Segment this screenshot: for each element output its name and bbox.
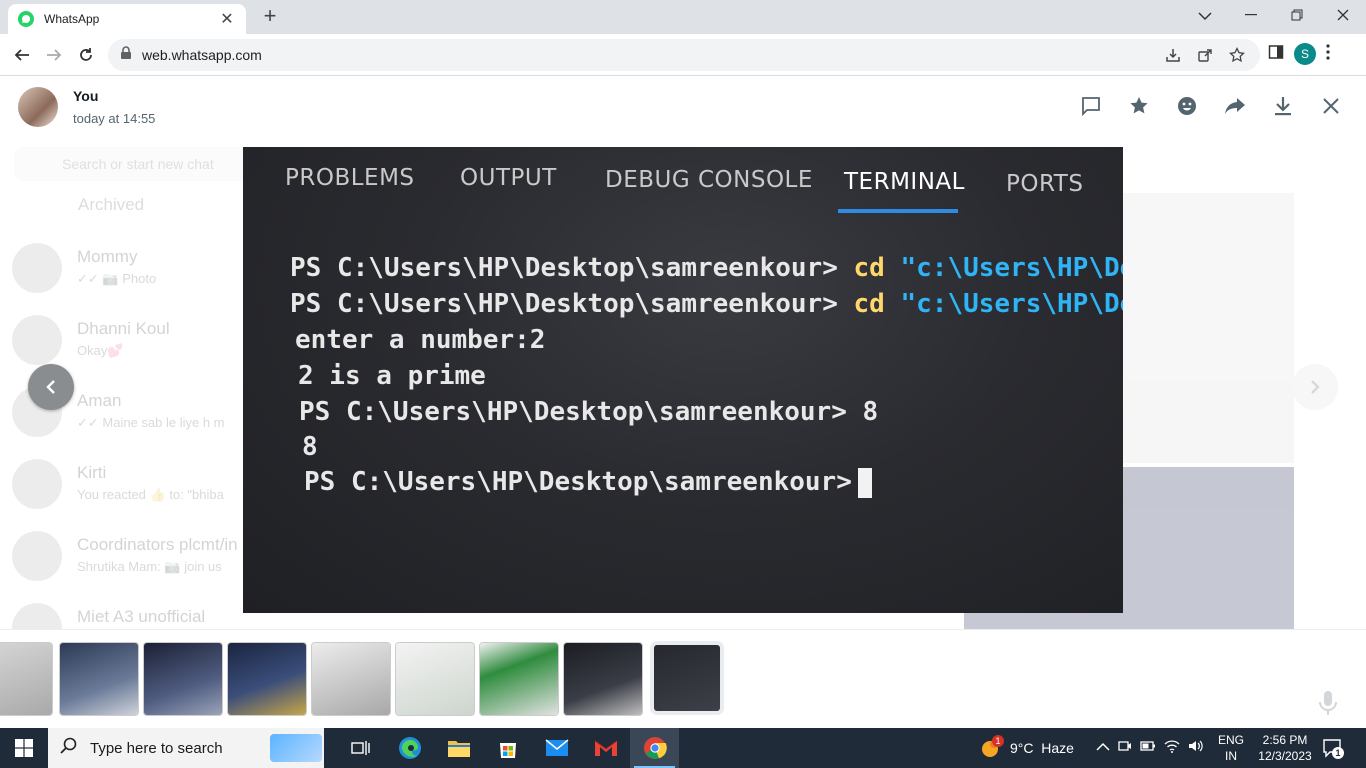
edge-icon[interactable]	[385, 728, 434, 768]
media-photo: PROBLEMS OUTPUT DEBUG CONSOLE TERMINAL P…	[243, 147, 1123, 613]
terminal-line: 8	[302, 432, 318, 462]
share-icon[interactable]	[1194, 46, 1216, 64]
notification-count: 1	[1332, 747, 1344, 759]
profile-avatar[interactable]: S	[1294, 43, 1316, 65]
media-thumbnail[interactable]	[60, 643, 138, 715]
wifi-icon[interactable]	[1164, 739, 1180, 758]
media-thumbnail[interactable]	[312, 643, 390, 715]
close-tab-icon[interactable]: ✕	[218, 9, 236, 29]
terminal-line: enter a number:2	[295, 325, 546, 355]
microphone-icon	[1318, 690, 1338, 716]
media-thumbnail[interactable]	[564, 643, 642, 715]
media-thumbnail[interactable]	[228, 643, 306, 715]
sender-name: You	[73, 88, 99, 104]
terminal-line: PS C:\Users\HP\Desktop\samreenkour> cd "…	[290, 289, 1123, 319]
language-code: ENG	[1218, 733, 1245, 747]
next-media-button[interactable]	[1292, 364, 1338, 410]
volume-icon[interactable]	[1188, 739, 1204, 758]
terminal-panel-tabs: PROBLEMS OUTPUT DEBUG CONSOLE TERMINAL P…	[243, 165, 1123, 213]
battery-icon[interactable]	[1140, 739, 1156, 757]
terminal-line: PS C:\Users\HP\Desktop\samreenkour>	[304, 467, 872, 498]
download-icon[interactable]	[1272, 94, 1294, 118]
close-icon[interactable]	[1320, 94, 1342, 118]
close-window-button[interactable]	[1320, 0, 1366, 30]
message-timestamp: today at 14:55	[73, 111, 156, 126]
search-highlight-icon[interactable]	[270, 734, 322, 762]
go-to-message-icon[interactable]	[1080, 94, 1102, 118]
start-button[interactable]	[0, 728, 48, 768]
weather-alert-icon: 1	[980, 735, 1004, 759]
window-controls	[1228, 0, 1366, 30]
whatsapp-icon	[18, 11, 34, 27]
weather-text: 9°C Haze	[1010, 740, 1074, 756]
install-app-icon[interactable]	[1162, 46, 1184, 64]
address-bar[interactable]: web.whatsapp.com	[108, 39, 1260, 71]
mail-icon[interactable]	[532, 728, 581, 768]
task-view-icon[interactable]	[336, 728, 385, 768]
panel-tab-output: OUTPUT	[460, 165, 557, 191]
file-explorer-icon[interactable]	[434, 728, 483, 768]
bookmark-star-icon[interactable]	[1226, 46, 1248, 64]
active-tab-underline	[838, 209, 958, 213]
reload-button[interactable]	[74, 43, 98, 67]
gmail-icon[interactable]	[581, 728, 630, 768]
media-thumbnail-selected[interactable]	[654, 645, 720, 711]
clock[interactable]: 2:56 PM 12/3/2023	[1254, 732, 1316, 764]
url-text: web.whatsapp.com	[142, 47, 262, 63]
meet-now-icon[interactable]	[1118, 739, 1132, 758]
notification-center-icon[interactable]: 1	[1322, 737, 1344, 759]
region-code: IN	[1225, 749, 1237, 763]
panel-tab-terminal: TERMINAL	[844, 169, 965, 195]
side-panel-icon[interactable]	[1268, 44, 1284, 65]
browser-tabstrip: WhatsApp ✕ +	[0, 0, 1366, 34]
clock-date: 12/3/2023	[1258, 749, 1312, 763]
media-viewer-header: You today at 14:55	[0, 77, 1366, 137]
panel-tab-ports: PORTS	[1006, 171, 1084, 197]
media-thumbnail[interactable]	[396, 643, 474, 715]
minimize-button[interactable]	[1228, 0, 1274, 30]
media-thumbnail[interactable]	[0, 643, 52, 715]
forward-icon[interactable]	[1224, 94, 1246, 118]
background-archived: Archived	[78, 195, 145, 214]
terminal-line: 2 is a prime	[298, 361, 486, 391]
chrome-icon[interactable]	[630, 728, 679, 768]
avatar	[18, 87, 58, 127]
site-info-icon[interactable]	[120, 45, 132, 65]
terminal-cursor	[857, 467, 872, 498]
browser-tab-whatsapp[interactable]: WhatsApp ✕	[8, 4, 246, 34]
react-emoji-icon[interactable]	[1176, 94, 1198, 118]
tab-title: WhatsApp	[44, 12, 100, 26]
weather-badge: 1	[992, 735, 1004, 747]
star-icon[interactable]	[1128, 94, 1150, 118]
system-tray	[1096, 728, 1204, 768]
media-thumbnail[interactable]	[480, 643, 558, 715]
panel-tab-debug-console: DEBUG CONSOLE	[605, 167, 813, 193]
restore-button[interactable]	[1274, 0, 1320, 30]
windows-taskbar: Type here to search 1 9°C Haze ENG IN 2:…	[0, 728, 1366, 768]
whatsapp-page: Search or start new chat Archived Mommy ✓…	[0, 77, 1366, 728]
search-icon	[60, 737, 78, 760]
panel-tab-problems: PROBLEMS	[285, 165, 415, 191]
taskbar-search-placeholder: Type here to search	[90, 739, 223, 757]
back-button[interactable]	[10, 43, 34, 67]
clock-time: 2:56 PM	[1262, 733, 1308, 747]
new-tab-button[interactable]: +	[258, 5, 282, 29]
media-thumbnail[interactable]	[144, 643, 222, 715]
tab-search-chevron-icon[interactable]	[1193, 5, 1217, 27]
media-actions	[1080, 94, 1342, 118]
chevron-up-icon[interactable]	[1096, 739, 1110, 757]
menu-kebab-icon[interactable]	[1326, 43, 1330, 65]
weather-widget[interactable]: 1 9°C Haze	[980, 728, 1074, 768]
browser-toolbar: web.whatsapp.com S	[0, 34, 1366, 76]
taskbar-apps	[336, 728, 679, 768]
media-thumbnail-strip	[0, 629, 1366, 728]
terminal-line: PS C:\Users\HP\Desktop\samreenkour> cd "…	[290, 253, 1123, 283]
input-language[interactable]: ENG IN	[1218, 732, 1244, 764]
previous-media-button[interactable]	[28, 364, 74, 410]
forward-button[interactable]	[42, 43, 66, 67]
terminal-line: PS C:\Users\HP\Desktop\samreenkour> 8	[299, 397, 879, 427]
microsoft-store-icon[interactable]	[483, 728, 532, 768]
